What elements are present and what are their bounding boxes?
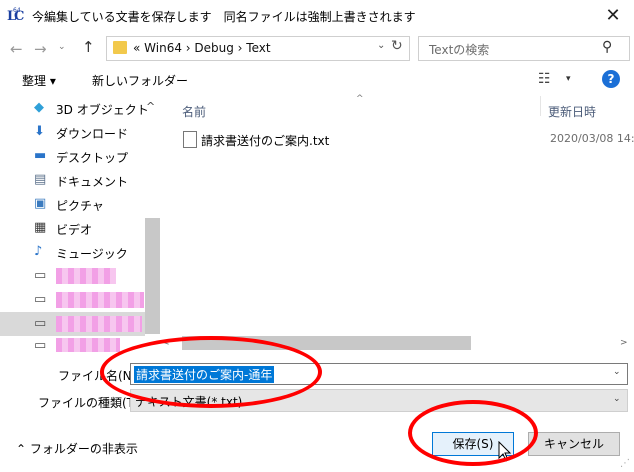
sidebar-scrollbar[interactable]	[145, 218, 160, 334]
navigation-pane: ◆ 3D オブジェクト ⬇ ダウンロード ▬ デスクトップ ▤ ドキュメント ▣…	[0, 96, 160, 352]
video-icon: ▦	[34, 220, 47, 235]
cancel-button[interactable]: キャンセル	[528, 432, 620, 456]
refresh-icon[interactable]: ↻	[391, 38, 403, 54]
back-icon[interactable]: ←	[10, 40, 28, 58]
sidebar-item-redacted[interactable]: ▭	[34, 266, 160, 286]
sidebar-item-label: ダウンロード	[56, 127, 129, 141]
picture-icon: ▣	[34, 196, 47, 211]
breadcrumb[interactable]: « Win64 › Debug › Text	[133, 41, 271, 55]
annotation-ellipse-filename	[100, 336, 322, 408]
column-divider[interactable]	[540, 96, 541, 116]
document-icon: ▤	[34, 172, 47, 187]
title-bar: L C 64 今編集している文書を保存します 同名ファイルは強制上書きされます …	[0, 0, 634, 33]
search-placeholder: Textの検索	[429, 43, 490, 57]
sidebar-item-redacted[interactable]: ▭	[34, 290, 160, 310]
sidebar-item-label: ビデオ	[56, 223, 93, 237]
window-title: 今編集している文書を保存します 同名ファイルは強制上書きされます	[32, 10, 416, 24]
sidebar-item-label: 3D オブジェクト	[56, 103, 149, 117]
filename-dropdown-icon[interactable]: ⌄	[613, 367, 621, 377]
download-icon: ⬇	[34, 124, 45, 139]
forward-icon[interactable]: →	[34, 40, 52, 58]
drive-icon: ▭	[34, 338, 47, 352]
sidebar-item-3d-objects[interactable]: ◆ 3D オブジェクト	[34, 98, 160, 118]
collapse-icon[interactable]: ^	[146, 100, 155, 113]
recent-locations-icon[interactable]: ⌄	[58, 42, 72, 56]
close-button[interactable]: ✕	[596, 2, 630, 30]
sort-indicator-icon: ^	[356, 94, 364, 104]
annotation-ellipse-save	[408, 400, 538, 466]
folder-icon	[113, 41, 127, 54]
desktop-icon: ▬	[34, 148, 47, 163]
sidebar-item-label: ドキュメント	[56, 175, 129, 189]
new-folder-button[interactable]: 新しいフォルダー	[92, 72, 188, 89]
text-file-icon	[183, 131, 197, 148]
sidebar-item-redacted[interactable]: ▭	[34, 314, 160, 334]
view-options-icon[interactable]: ☷	[538, 71, 551, 87]
search-input[interactable]: Textの検索 ⚲	[418, 36, 630, 61]
filetype-dropdown-icon[interactable]: ⌄	[613, 394, 621, 404]
redaction-mark	[56, 268, 116, 284]
drive-icon: ▭	[34, 292, 47, 307]
address-dropdown-icon[interactable]: ⌄	[377, 40, 385, 51]
file-list-item-date: 2020/03/08 14:53	[550, 132, 634, 145]
organize-button[interactable]: 整理 ▾	[22, 72, 56, 89]
address-bar[interactable]: « Win64 › Debug › Text ⌄ ↻	[106, 36, 410, 61]
redaction-mark	[56, 292, 144, 308]
music-icon: ♪	[34, 244, 43, 259]
up-folder-icon[interactable]: ↑	[82, 38, 100, 56]
file-list-item-name[interactable]: 請求書送付のご案内.txt	[201, 132, 329, 149]
column-header-name[interactable]: 名前	[182, 103, 206, 120]
sidebar-item-desktop[interactable]: ▬ デスクトップ	[34, 146, 160, 166]
resize-grip-icon[interactable]: ⋰	[620, 458, 630, 469]
hide-folders-button[interactable]: ⌃ フォルダーの非表示	[16, 440, 138, 457]
sidebar-item-label: ミュージック	[56, 247, 128, 261]
sidebar-item-videos[interactable]: ▦ ビデオ	[34, 218, 160, 238]
sidebar-item-pictures[interactable]: ▣ ピクチャ	[34, 194, 160, 214]
drive-icon: ▭	[34, 268, 47, 283]
drive-icon: ▭	[34, 316, 47, 331]
sidebar-item-documents[interactable]: ▤ ドキュメント	[34, 170, 160, 190]
column-header-date[interactable]: 更新日時	[548, 103, 596, 120]
cube-icon: ◆	[34, 100, 44, 115]
sidebar-item-label: ピクチャ	[56, 199, 104, 213]
filetype-label: ファイルの種類(T):	[38, 396, 143, 410]
help-icon[interactable]: ?	[602, 70, 620, 88]
view-dropdown-icon[interactable]: ▾	[566, 74, 571, 84]
sidebar-item-music[interactable]: ♪ ミュージック	[34, 242, 160, 262]
redaction-mark	[56, 316, 142, 332]
sidebar-item-label: デスクトップ	[56, 151, 129, 165]
sidebar-item-downloads[interactable]: ⬇ ダウンロード	[34, 122, 160, 142]
search-icon[interactable]: ⚲	[602, 39, 612, 55]
redaction-mark	[56, 338, 120, 352]
svg-text:64: 64	[13, 7, 21, 14]
scroll-right-icon[interactable]: >	[620, 338, 628, 348]
app-icon: L C 64	[7, 5, 25, 25]
